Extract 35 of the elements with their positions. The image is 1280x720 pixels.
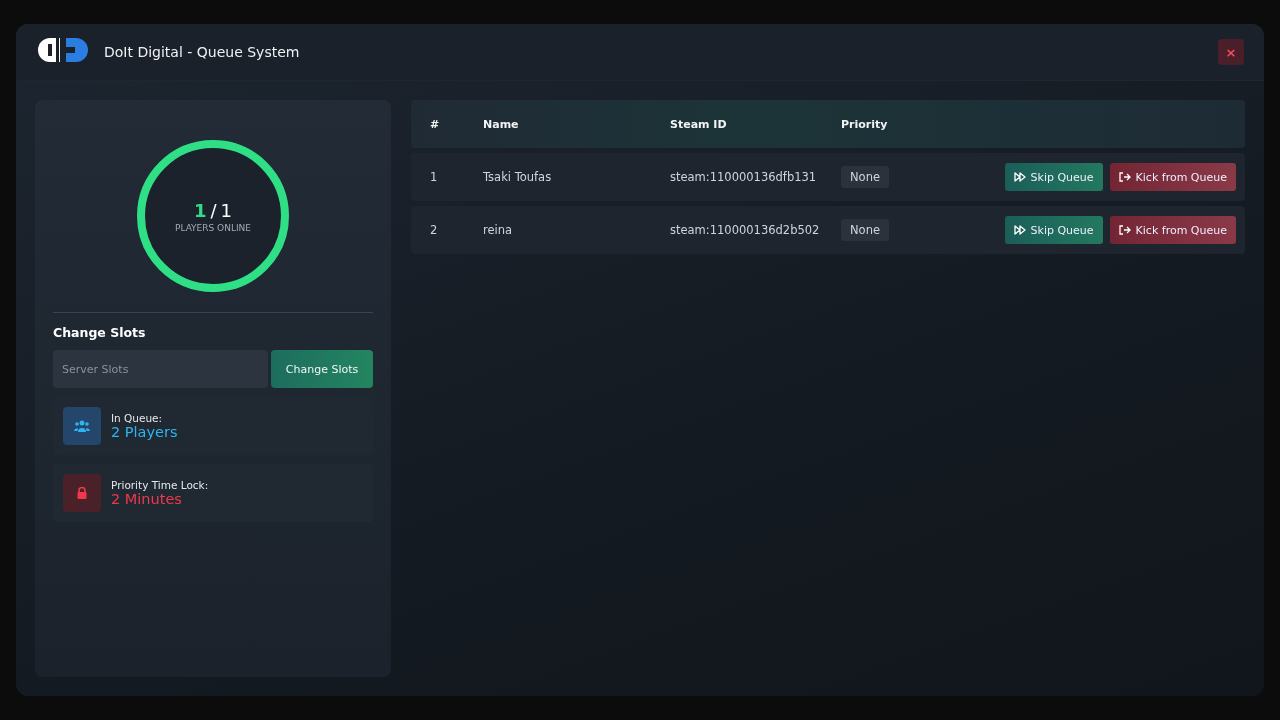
- window-title: DoIt Digital - Queue System: [104, 44, 301, 60]
- stat-value: 2 Players: [111, 424, 178, 440]
- column-header: Priority: [841, 117, 889, 131]
- users-icon: [74, 420, 90, 432]
- stat-label: Priority Time Lock:: [111, 479, 209, 491]
- skip-queue-button[interactable]: Skip Queue: [1004, 163, 1103, 191]
- exit-icon: [1118, 172, 1131, 182]
- priority-badge: None: [841, 166, 889, 188]
- stat-label: In Queue:: [111, 412, 164, 424]
- count-separator: /: [210, 199, 217, 221]
- lock-icon: [77, 487, 87, 499]
- server-slots-field[interactable]: Server Slots: [53, 350, 268, 388]
- player-name: Tsaki Toufas: [483, 170, 553, 184]
- player-name: reina: [483, 223, 514, 237]
- change-slots-button[interactable]: Change Slots: [271, 350, 373, 388]
- column-header: Steam ID: [670, 117, 728, 131]
- max-count: 1: [220, 199, 233, 221]
- steam-id: steam:110000136dfb131: [670, 170, 818, 184]
- close-button[interactable]: ×: [1218, 39, 1244, 65]
- kick-from-queue-button[interactable]: Kick from Queue: [1109, 216, 1236, 244]
- section-heading: Change Slots: [53, 325, 147, 340]
- exit-icon: [1118, 225, 1131, 235]
- priority-badge: None: [841, 219, 889, 241]
- kick-from-queue-button[interactable]: Kick from Queue: [1109, 163, 1236, 191]
- stat-value: 2 Minutes: [111, 491, 183, 507]
- fast-forward-icon: [1013, 172, 1026, 182]
- row-number: 1: [430, 170, 439, 184]
- skip-queue-button[interactable]: Skip Queue: [1004, 216, 1103, 244]
- players-online-label: PLAYERS ONLINE: [175, 222, 251, 233]
- column-header: Name: [483, 117, 520, 131]
- online-count: 1: [193, 199, 207, 221]
- column-header: #: [430, 117, 441, 131]
- steam-id: steam:110000136d2b502: [670, 223, 821, 237]
- row-number: 2: [430, 223, 439, 237]
- fast-forward-icon: [1013, 225, 1026, 235]
